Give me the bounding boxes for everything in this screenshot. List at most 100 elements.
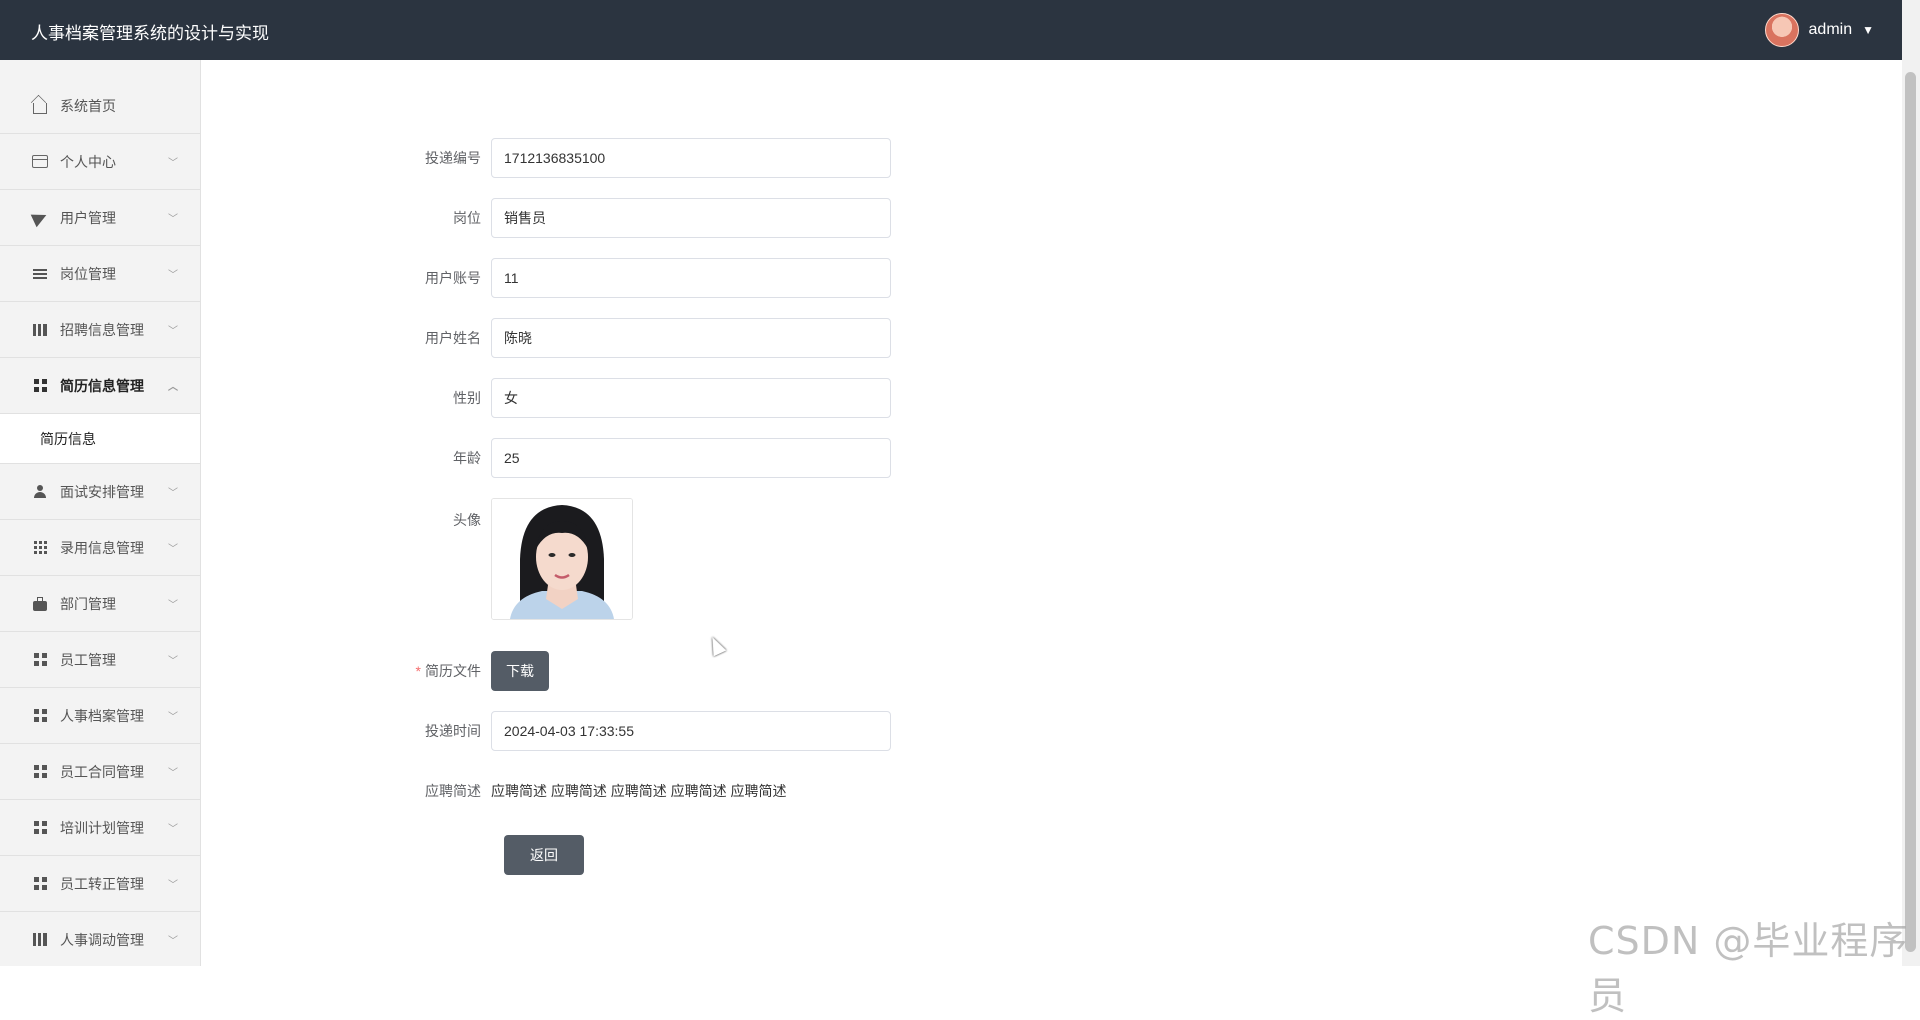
sidebar-item-departments[interactable]: 部门管理 ﹀ [0,576,200,632]
form-actions: 返回 [504,835,584,875]
avatar-photo[interactable] [491,498,633,620]
sidebar-item-regularization[interactable]: 员工转正管理 ﹀ [0,856,200,912]
position-field[interactable] [491,198,891,238]
user-menu[interactable]: admin ▼ [1764,13,1874,47]
download-button[interactable]: 下载 [491,651,549,691]
sidebar-item-label: 个人中心 [60,153,116,170]
sidebar-item-label: 招聘信息管理 [60,321,144,338]
form-row-description: 应聘简述 应聘简述 应聘简述 应聘简述 应聘简述 应聘简述 [201,771,787,811]
scrollbar-thumb[interactable] [1905,72,1916,952]
list-icon [32,266,48,282]
username-label: admin [1808,21,1853,38]
chevron-down-icon: ﹀ [168,655,178,667]
sidebar-item-label: 录用信息管理 [60,539,144,556]
age-label: 年龄 [453,450,481,466]
grid-icon [32,708,48,724]
sidebar-item-label: 人事档案管理 [60,707,144,724]
position-label: 岗位 [453,210,481,226]
sidebar-item-transfers[interactable]: 人事调动管理 ﹀ [0,912,200,966]
chevron-down-icon: ﹀ [168,157,178,169]
chevron-down-icon: ﹀ [168,325,178,337]
form-row-gender: 性别 [201,378,891,418]
form-row-delivery-time: 投递时间 [201,711,891,751]
avatar-label: 头像 [453,512,481,528]
delivery-time-field[interactable] [491,711,891,751]
sidebar-item-training[interactable]: 培训计划管理 ﹀ [0,800,200,856]
sidebar-item-home[interactable]: 系统首页 [0,78,200,134]
user-avatar [1764,13,1799,47]
sidebar-item-label: 面试安排管理 [60,483,144,500]
sidebar-item-positions[interactable]: 岗位管理 ﹀ [0,246,200,302]
chevron-down-icon: ﹀ [168,269,178,281]
chevron-down-icon: ﹀ [168,823,178,835]
sidebar-item-archives[interactable]: 人事档案管理 ﹀ [0,688,200,744]
chevron-down-icon: ﹀ [168,879,178,891]
sidebar-item-label: 部门管理 [60,595,116,612]
form-row-resume: * 简历文件 下载 [201,651,549,691]
chevron-down-icon: ﹀ [168,543,178,555]
submenu-item-resume-info[interactable]: 简历信息 [0,414,200,464]
form-row-name: 用户姓名 [201,318,891,358]
form-row-avatar: 头像 [201,498,633,620]
gender-field[interactable] [491,378,891,418]
chevron-down-icon: ﹀ [168,767,178,779]
sidebar-item-contracts[interactable]: 员工合同管理 ﹀ [0,744,200,800]
delivery-no-field[interactable] [491,138,891,178]
delivery-no-label: 投递编号 [425,150,481,166]
account-field[interactable] [491,258,891,298]
delivery-time-label: 投递时间 [425,723,481,739]
sidebar-item-label: 员工管理 [60,651,116,668]
sidebar-item-interviews[interactable]: 面试安排管理 ﹀ [0,464,200,520]
sidebar-item-recruitment[interactable]: 招聘信息管理 ﹀ [0,302,200,358]
form-row-delivery-no: 投递编号 [201,138,891,178]
caret-down-icon: ▼ [1862,23,1874,37]
portrait-image [492,499,632,619]
form-row-account: 用户账号 [201,258,891,298]
grid-icon [32,876,48,892]
sidebar-item-label: 员工合同管理 [60,763,144,780]
sidebar-item-label: 简历信息管理 [60,377,144,394]
grid-icon [32,820,48,836]
required-mark: * [415,663,421,679]
submenu-item-label: 简历信息 [40,430,96,447]
description-text: 应聘简述 应聘简述 应聘简述 应聘简述 应聘简述 [491,783,787,799]
watermark: CSDN @毕业程序员 [1588,919,1909,1018]
chevron-up-icon: ︿ [168,381,178,393]
card-icon [32,154,48,170]
gender-label: 性别 [453,390,481,406]
resume-label-text: 简历文件 [425,663,481,679]
grid-icon [32,764,48,780]
chevron-down-icon: ﹀ [168,599,178,611]
sidebar-item-label: 岗位管理 [60,265,116,282]
sidebar-item-hiring[interactable]: 录用信息管理 ﹀ [0,520,200,576]
app-title: 人事档案管理系统的设计与实现 [31,24,269,43]
chevron-down-icon: ﹀ [168,935,178,947]
sidebar-item-resumes[interactable]: 简历信息管理 ︿ [0,358,200,414]
sidebar-item-label: 人事调动管理 [60,931,144,948]
grid-icon [32,378,48,394]
send-icon [30,208,50,227]
bar-chart-icon [32,932,48,948]
sidebar-item-personal-center[interactable]: 个人中心 ﹀ [0,134,200,190]
form-row-position: 岗位 [201,198,891,238]
grid-icon [32,652,48,668]
sidebar-item-users[interactable]: 用户管理 ﹀ [0,190,200,246]
sidebar-item-label: 用户管理 [60,209,116,226]
name-field[interactable] [491,318,891,358]
chevron-down-icon: ﹀ [168,487,178,499]
books-icon [32,322,48,338]
chevron-down-icon: ﹀ [168,213,178,225]
age-field[interactable] [491,438,891,478]
sidebar-item-label: 系统首页 [60,97,116,114]
sidebar-item-label: 员工转正管理 [60,875,144,892]
person-icon [32,484,48,500]
resume-detail-form: 投递编号 岗位 用户账号 用户姓名 性别 年龄 头像 [201,60,1902,966]
sidebar-item-employees[interactable]: 员工管理 ﹀ [0,632,200,688]
chevron-down-icon: ﹀ [168,711,178,723]
back-button[interactable]: 返回 [504,835,584,875]
home-icon [32,98,48,114]
grid9-icon [32,540,48,556]
account-label: 用户账号 [425,270,481,286]
description-label: 应聘简述 [425,783,481,799]
sidebar: 系统首页 个人中心 ﹀ 用户管理 ﹀ 岗位管理 ﹀ 招聘信息管理 ﹀ 简历信息管… [0,60,201,966]
